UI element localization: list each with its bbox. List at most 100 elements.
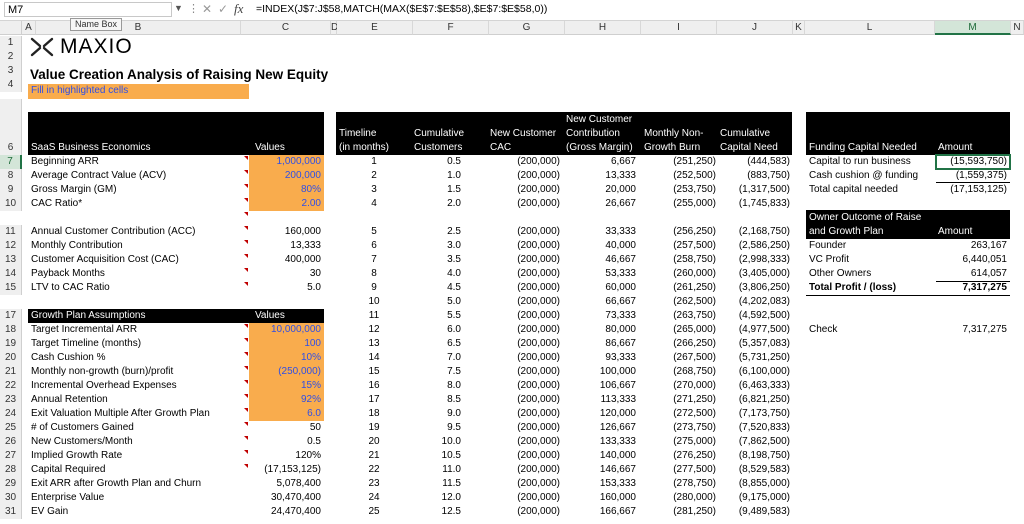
growth-input-2[interactable]: 10% xyxy=(249,351,321,365)
row-header-31[interactable]: 31 xyxy=(0,505,22,519)
row-header-22[interactable]: 22 xyxy=(0,379,22,393)
row-header-1[interactable]: 1 xyxy=(0,36,22,50)
row-header-14[interactable]: 14 xyxy=(0,267,22,281)
column-header-j[interactable]: J xyxy=(717,21,793,35)
row-header-17[interactable]: 17 xyxy=(0,309,22,323)
saas-input-0[interactable]: 1,000,000 xyxy=(249,155,322,169)
cumulative-capital-need: (2,998,333) xyxy=(738,254,790,265)
row-header-2[interactable]: 2 xyxy=(0,50,22,64)
comment-marker-icon xyxy=(244,408,248,412)
growth-input-3[interactable]: (250,000) xyxy=(249,365,321,379)
growth-input-0[interactable]: 10,000,000 xyxy=(249,323,321,337)
owner-header-label-2: and Growth Plan xyxy=(809,226,884,237)
comment-marker-icon xyxy=(244,436,248,440)
monthly-burn: (262,500) xyxy=(673,296,716,307)
row-header-23[interactable]: 23 xyxy=(0,393,22,407)
row-header-26[interactable]: 26 xyxy=(0,435,22,449)
new-customer-contribution: 46,667 xyxy=(605,254,636,265)
timeline-header-burn-1: Growth Burn xyxy=(644,142,701,153)
growth-input-5[interactable]: 92% xyxy=(249,393,321,407)
growth-input-1[interactable]: 100 xyxy=(249,337,321,351)
new-customer-contribution: 80,000 xyxy=(605,324,636,335)
column-header-m[interactable]: M xyxy=(935,21,1011,35)
row-header-6[interactable]: 6 xyxy=(0,99,22,155)
timeline-header-cum-cap-1: Capital Need xyxy=(720,142,778,153)
row-header-21[interactable]: 21 xyxy=(0,365,22,379)
growth-label-3: Monthly non-growth (burn)/profit xyxy=(31,366,174,377)
cumulative-capital-need: (1,317,500) xyxy=(738,184,790,195)
row-header-20[interactable]: 20 xyxy=(0,351,22,365)
row-header-24[interactable]: 24 xyxy=(0,407,22,421)
saas-calc-value-2: 400,000 xyxy=(284,254,321,265)
growth-calc-label-2: Implied Growth Rate xyxy=(31,450,123,461)
column-header-e[interactable]: E xyxy=(337,21,413,35)
cumulative-capital-need: (7,862,500) xyxy=(738,436,790,447)
column-header-a[interactable]: A xyxy=(22,21,36,35)
chevron-down-icon[interactable]: ▼ xyxy=(174,3,183,13)
timeline-row: 11 5.5 (200,000) 73,333 (263,750) (4,592,500) xyxy=(336,309,792,323)
timeline-row: 4 2.0 (200,000) 26,667 (255,000) (1,745,833) xyxy=(336,197,792,211)
timeline-row: 15 7.5 (200,000) 100,000 (268,750) (6,100,000… xyxy=(336,365,792,379)
column-header-i[interactable]: I xyxy=(641,21,717,35)
cumulative-customers: 6.5 xyxy=(447,338,461,349)
column-header-n[interactable]: N xyxy=(1011,21,1024,35)
saas-input-1[interactable]: 200,000 xyxy=(249,169,321,183)
column-header-h[interactable]: H xyxy=(565,21,641,35)
monthly-burn: (266,250) xyxy=(673,338,716,349)
growth-label-6: Exit Valuation Multiple After Growth Pla… xyxy=(31,408,210,419)
formula-input[interactable]: =INDEX(J$7:J$58,MATCH(MAX($E$7:$E$58),$E… xyxy=(256,3,547,15)
funding-label-0: Capital to run business xyxy=(809,156,911,167)
insert-function-icon[interactable]: fx xyxy=(234,1,243,17)
row-header-28[interactable]: 28 xyxy=(0,463,22,477)
column-header-k[interactable]: K xyxy=(793,21,805,35)
growth-calc-label-4: Exit ARR after Growth Plan and Churn xyxy=(31,478,202,489)
cumulative-capital-need: (4,202,083) xyxy=(738,296,790,307)
column-header-l[interactable]: L xyxy=(805,21,935,35)
row-header-19[interactable]: 19 xyxy=(0,337,22,351)
cancel-icon[interactable]: ✕ xyxy=(202,2,212,16)
comment-marker-icon xyxy=(244,394,248,398)
timeline-row: 17 8.5 (200,000) 113,333 (271,250) (6,821,250… xyxy=(336,393,792,407)
column-header-f[interactable]: F xyxy=(413,21,489,35)
row-header-30[interactable]: 30 xyxy=(0,491,22,505)
new-customer-cac: (200,000) xyxy=(517,408,560,419)
row-header-15[interactable]: 15 xyxy=(0,281,22,295)
monthly-burn: (275,000) xyxy=(673,436,716,447)
cumulative-capital-need: (8,529,583) xyxy=(738,464,790,475)
row-header-12[interactable]: 12 xyxy=(0,239,22,253)
row-header-11[interactable]: 11 xyxy=(0,225,22,239)
row-header-7[interactable]: 7 xyxy=(0,155,22,169)
row-header-27[interactable]: 27 xyxy=(0,449,22,463)
growth-calc-value-0: 50 xyxy=(309,422,321,433)
column-header-g[interactable]: G xyxy=(489,21,565,35)
growth-input-4[interactable]: 15% xyxy=(249,379,321,393)
saas-input-3[interactable]: 2.00 xyxy=(249,197,321,211)
timeline-month: 15 xyxy=(368,366,380,377)
select-all-corner[interactable] xyxy=(0,21,22,35)
row-header-8[interactable]: 8 xyxy=(0,169,22,183)
column-header-b[interactable]: B xyxy=(36,21,241,35)
row-header-18[interactable]: 18 xyxy=(0,323,22,337)
selected-cell-m7[interactable] xyxy=(935,154,1011,170)
comment-marker-icon xyxy=(244,366,248,370)
row-header-10[interactable]: 10 xyxy=(0,197,22,211)
timeline-row: 24 12.0 (200,000) 160,000 (280,000) (9,175,00… xyxy=(336,491,792,505)
comment-marker-icon xyxy=(244,422,248,426)
row-header-4[interactable]: 4 xyxy=(0,78,22,92)
row-header-3[interactable]: 3 xyxy=(0,64,22,78)
cumulative-capital-need: (6,100,000) xyxy=(738,366,790,377)
saas-input-2[interactable]: 80% xyxy=(249,183,321,197)
row-header-29[interactable]: 29 xyxy=(0,477,22,491)
row-header-25[interactable]: 25 xyxy=(0,421,22,435)
name-box[interactable]: M7 xyxy=(4,2,172,17)
check-label: Check xyxy=(809,324,838,335)
row-header-13[interactable]: 13 xyxy=(0,253,22,267)
growth-input-6[interactable]: 6.0 xyxy=(249,407,321,421)
column-header-c[interactable]: C xyxy=(241,21,331,35)
timeline-month: 23 xyxy=(368,478,380,489)
confirm-icon[interactable]: ✓ xyxy=(218,2,228,16)
growth-calc-label-0: # of Customers Gained xyxy=(31,422,134,433)
cumulative-customers: 5.5 xyxy=(447,310,461,321)
row-header-9[interactable]: 9 xyxy=(0,183,22,197)
cumulative-capital-need: (3,806,250) xyxy=(738,282,790,293)
